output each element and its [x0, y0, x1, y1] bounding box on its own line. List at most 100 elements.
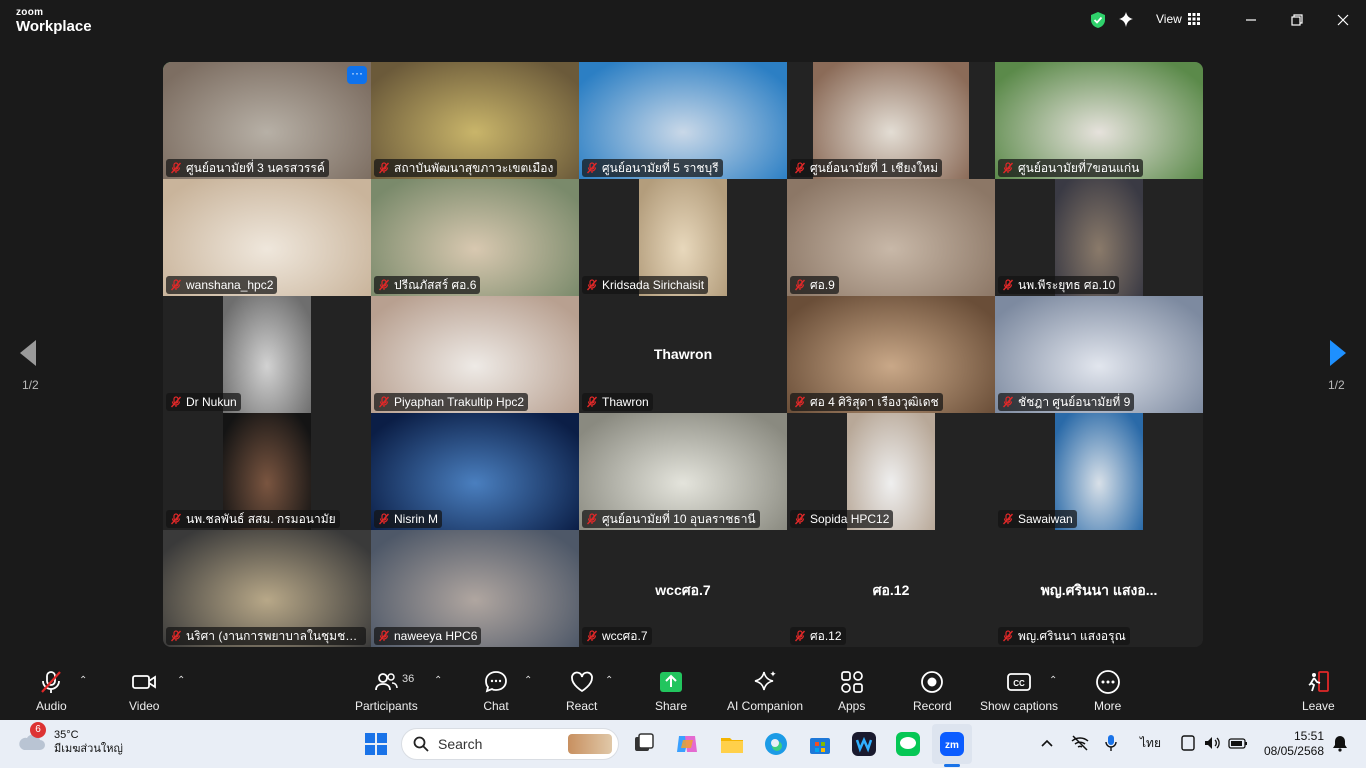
webex-icon[interactable] [850, 730, 878, 758]
volume-icon[interactable] [1203, 734, 1221, 752]
minimize-icon[interactable] [1243, 12, 1259, 28]
microsoft-store-icon[interactable] [806, 730, 834, 758]
participant-tile[interactable]: ศูนย์อนามัยที่ 1 เชียงใหม่ [787, 62, 995, 179]
participant-tile[interactable]: wccศอ.7 wccศอ.7 [579, 530, 787, 647]
participant-tile[interactable]: ปรีณภัสสร์ ศอ.6 [371, 179, 579, 296]
captions-options-caret[interactable]: ⌃ [1049, 675, 1057, 686]
weather-widget[interactable]: 6 35°C มีเมฆส่วนใหญ่ [16, 722, 123, 756]
muted-mic-icon [794, 162, 806, 174]
file-explorer-icon[interactable] [718, 730, 746, 758]
apps-button[interactable]: Apps [838, 669, 865, 713]
chat-button[interactable]: Chat [483, 669, 509, 713]
show-hidden-icons-chevron-icon[interactable] [1040, 736, 1054, 750]
brand-top: zoom [16, 7, 44, 18]
participant-name: wccศอ.7 [602, 629, 648, 643]
participant-tile[interactable]: ชัชฎา ศูนย์อนามัยที่ 9 [995, 296, 1203, 413]
participant-name-label: ศอ.12 [790, 627, 846, 645]
participant-tile[interactable]: ศอ.12 ศอ.12 [787, 530, 995, 647]
participant-name: Sopida HPC12 [810, 512, 890, 526]
tile-more-options-button[interactable]: ··· [347, 66, 367, 84]
grid-icon [1187, 13, 1200, 25]
ai-sparkle-icon[interactable] [1117, 11, 1135, 29]
muted-mic-icon [1002, 279, 1014, 291]
participant-tile[interactable]: ศอ.9 [787, 179, 995, 296]
ai-companion-button[interactable]: AI Companion [727, 669, 803, 713]
participant-tile[interactable]: พญ.ศรินนา แสงอ... พญ.ศรินนา แสงอรุณ [995, 530, 1203, 647]
record-button[interactable]: Record [913, 669, 952, 713]
restore-icon[interactable] [1289, 12, 1305, 28]
edge-browser-icon[interactable] [762, 730, 790, 758]
participant-display-name: พญ.ศรินนา แสงอ... [1040, 582, 1158, 598]
participant-tile[interactable]: Sopida HPC12 [787, 413, 995, 530]
audio-label: Audio [36, 699, 67, 713]
participant-tile[interactable]: Sawaiwan [995, 413, 1203, 530]
participant-name: นพ.พีระยุทธ ศอ.10 [1018, 278, 1116, 292]
network-icon[interactable] [1070, 734, 1090, 752]
audio-options-caret[interactable]: ⌃ [79, 675, 87, 686]
react-options-caret[interactable]: ⌃ [605, 675, 613, 686]
tray-microphone-icon[interactable] [1104, 734, 1118, 752]
search-icon [413, 736, 429, 752]
more-label: More [1094, 699, 1122, 713]
participant-name-label: ศูนย์อนามัยที่ 3 นครสวรรค์ [166, 159, 329, 177]
taskbar-search-box[interactable]: Search [401, 728, 619, 760]
participants-options-caret[interactable]: ⌃ [434, 675, 442, 686]
muted-mic-icon [170, 513, 182, 525]
muted-mic-icon [586, 630, 598, 642]
participant-tile[interactable]: Nisrin M [371, 413, 579, 530]
participant-name-label: Sopida HPC12 [790, 510, 894, 528]
taskbar-clock[interactable]: 15:51 08/05/2568 [1262, 729, 1324, 759]
muted-mic-icon [170, 162, 182, 174]
muted-mic-icon [794, 396, 806, 408]
notifications-bell-icon[interactable] [1332, 734, 1348, 752]
leave-button[interactable]: Leave [1302, 669, 1335, 713]
video-options-caret[interactable]: ⌃ [177, 675, 185, 686]
more-button[interactable]: More [1094, 669, 1121, 713]
react-button[interactable]: React [566, 669, 597, 713]
participant-tile[interactable]: นริศา (งานการพยาบาลในชุมชน ศ... [163, 530, 371, 647]
participant-tile[interactable]: Thawron Thawron [579, 296, 787, 413]
participant-tile[interactable]: Dr Nukun [163, 296, 371, 413]
participant-tile[interactable]: ศอ 4 ศิริสุดา เรืองวุฒิเดช [787, 296, 995, 413]
line-app-icon[interactable] [894, 730, 922, 758]
muted-mic-icon [378, 513, 390, 525]
participant-name: พญ.ศรินนา แสงอรุณ [1018, 629, 1126, 643]
view-button[interactable]: View [1156, 12, 1200, 26]
participant-tile[interactable]: naweeya HPC6 [371, 530, 579, 647]
battery-icon[interactable] [1228, 734, 1248, 752]
microphone-muted-icon [41, 671, 62, 693]
participant-tile[interactable]: Piyaphan Trakultip Hpc2 [371, 296, 579, 413]
participant-tile[interactable]: Kridsada Sirichaisit [579, 179, 787, 296]
task-view-icon[interactable] [630, 730, 658, 758]
participant-name: นพ.ชลพันธ์ สสม. กรมอนามัย [186, 512, 336, 526]
participant-tile[interactable]: ศูนย์อนามัยที่ 5 ราชบุรี [579, 62, 787, 179]
participant-name-label: ศูนย์อนามัยที่ 1 เชียงใหม่ [790, 159, 943, 177]
participant-tile[interactable]: นพ.พีระยุทธ ศอ.10 [995, 179, 1203, 296]
close-icon[interactable] [1335, 12, 1351, 28]
muted-mic-icon [794, 279, 806, 291]
copilot-icon[interactable] [673, 730, 701, 758]
share-button[interactable]: Share [655, 669, 687, 713]
input-language-indicator[interactable]: ไทย [1140, 734, 1161, 753]
participant-name-label: ศูนย์อนามัยที่ 5 ราชบุรี [582, 159, 723, 177]
participant-tile[interactable]: สถาบันพัฒนาสุขภาวะเขตเมือง [371, 62, 579, 179]
windows-start-icon[interactable] [362, 730, 390, 758]
encryption-shield-icon[interactable] [1089, 11, 1107, 29]
participant-tile[interactable]: ศูนย์อนามัยที่7ขอนแก่น [995, 62, 1203, 179]
participant-name-label: ศูนย์อนามัยที่7ขอนแก่น [998, 159, 1144, 177]
phone-link-icon[interactable] [1180, 734, 1196, 752]
zoom-app-icon[interactable]: zm [938, 730, 966, 758]
previous-page-icon[interactable] [18, 338, 38, 368]
audio-button[interactable]: Audio [36, 669, 67, 713]
participant-tile[interactable]: ··· ศูนย์อนามัยที่ 3 นครสวรรค์ [163, 62, 371, 179]
participant-name-label: wccศอ.7 [582, 627, 652, 645]
apps-label: Apps [838, 699, 866, 713]
participant-tile[interactable]: wanshana_hpc2 [163, 179, 371, 296]
muted-mic-icon [1002, 513, 1014, 525]
chat-options-caret[interactable]: ⌃ [524, 675, 532, 686]
participant-tile[interactable]: ศูนย์อนามัยที่ 10 อุบลราชธานี [579, 413, 787, 530]
next-page-icon[interactable] [1328, 338, 1348, 368]
video-button[interactable]: Video [129, 669, 159, 713]
show-captions-button[interactable]: CC Show captions [980, 669, 1058, 713]
participant-tile[interactable]: นพ.ชลพันธ์ สสม. กรมอนามัย [163, 413, 371, 530]
